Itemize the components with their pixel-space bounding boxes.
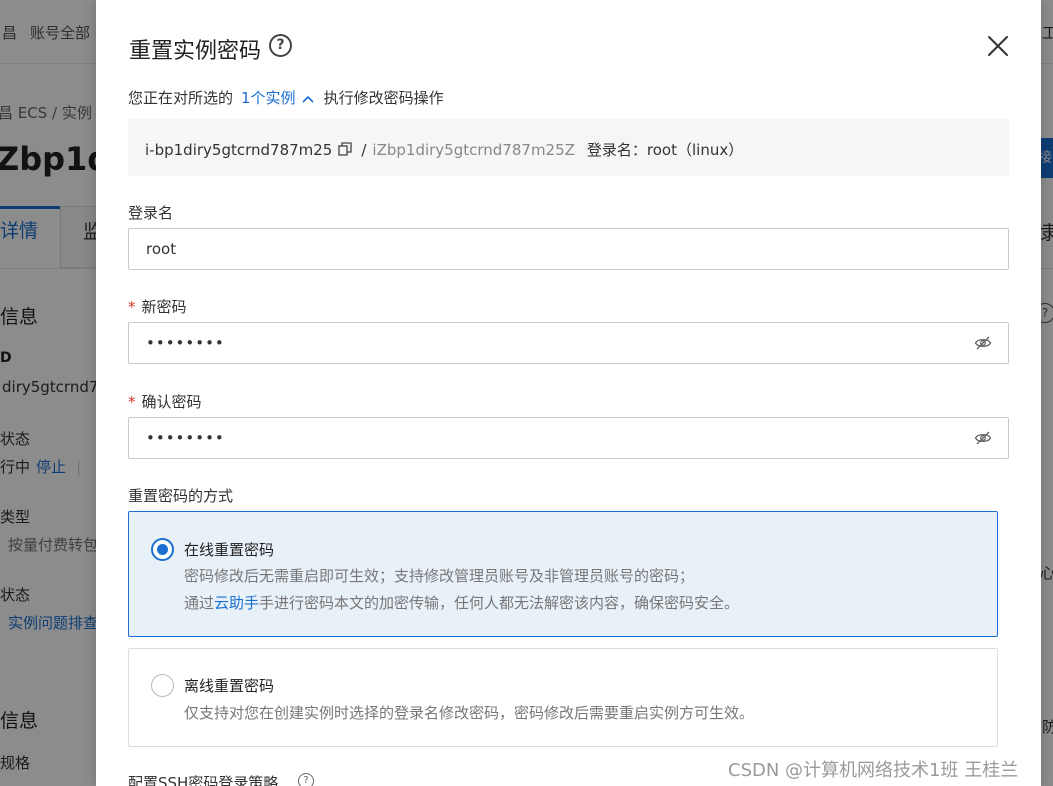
instance-list-box: i-bp1diry5gtcrnd787m25 / iZbp1diry5gtcrnd7…: [128, 119, 1009, 176]
ssh-policy-label: 配置SSH密码登录策略: [128, 774, 279, 786]
reset-method-label: 重置密码的方式: [128, 487, 234, 505]
copy-icon[interactable]: [338, 142, 353, 156]
new-password-label: * 新密码: [128, 296, 187, 317]
help-icon[interactable]: ?: [298, 773, 314, 786]
instance-hostname: iZbp1diry5gtcrnd787m25Z: [372, 141, 575, 159]
close-icon[interactable]: [985, 33, 1011, 59]
intro-suffix: 执行修改密码操作: [323, 89, 444, 107]
eye-off-icon[interactable]: [974, 334, 992, 352]
required-mark: *: [128, 393, 136, 411]
selected-instances-link[interactable]: 1个实例: [241, 89, 296, 107]
offline-reset-desc: 仅支持对您在创建实例时选择的登录名修改密码，密码修改后需要重启实例方可生效。: [184, 704, 755, 722]
online-desc-prefix: 通过: [184, 594, 215, 612]
instance-separator: /: [361, 141, 367, 159]
required-mark: *: [128, 298, 136, 316]
instance-login-info: 登录名：root（linux）: [586, 141, 744, 159]
help-icon[interactable]: ?: [269, 34, 292, 57]
cloud-assistant-link[interactable]: 云助手: [214, 594, 259, 612]
confirm-password-label: * 确认密码: [128, 391, 202, 412]
radio-online-checked[interactable]: [151, 538, 174, 561]
new-password-input[interactable]: [128, 322, 1009, 364]
reset-password-dialog: 重置实例密码 ? 您正在对所选的 1个实例 执行修改密码操作 i-bp1diry5g…: [96, 0, 1041, 786]
instance-id: i-bp1diry5gtcrnd787m25: [145, 141, 333, 159]
intro-prefix: 您正在对所选的: [128, 89, 234, 107]
close-icon-svg: [988, 36, 1008, 56]
login-name-input[interactable]: [128, 228, 1009, 270]
option-offline-reset[interactable]: 离线重置密码 仅支持对您在创建实例时选择的登录名修改密码，密码修改后需要重启实例…: [128, 648, 998, 747]
instance-row: i-bp1diry5gtcrnd787m25 / iZbp1diry5gtcrnd7…: [145, 139, 743, 160]
radio-offline-unchecked[interactable]: [151, 674, 174, 697]
online-reset-desc-1: 密码修改后无需重启即可生效；支持修改管理员账号及非管理员账号的密码；: [184, 567, 695, 585]
online-desc-suffix: 手进行密码本文的加密传输，任何人都无法解密该内容，确保密码安全。: [259, 594, 740, 612]
new-password-label-text: 新密码: [141, 298, 187, 316]
online-reset-title: 在线重置密码: [184, 541, 275, 559]
chevron-up-icon[interactable]: [301, 89, 314, 107]
option-online-reset[interactable]: 在线重置密码 密码修改后无需重启即可生效；支持修改管理员账号及非管理员账号的密码…: [128, 511, 998, 637]
login-name-label: 登录名: [128, 204, 174, 222]
dialog-title: 重置实例密码: [129, 39, 262, 64]
confirm-password-label-text: 确认密码: [141, 393, 202, 411]
intro-text: 您正在对所选的 1个实例 执行修改密码操作: [128, 87, 444, 108]
online-reset-desc-2: 通过云助手手进行密码本文的加密传输，任何人都无法解密该内容，确保密码安全。: [184, 592, 739, 613]
confirm-password-input[interactable]: [128, 417, 1009, 459]
offline-reset-title: 离线重置密码: [184, 677, 275, 695]
eye-off-icon[interactable]: [974, 429, 992, 447]
watermark: CSDN @计算机网络技术1班 王桂兰: [728, 760, 1019, 781]
